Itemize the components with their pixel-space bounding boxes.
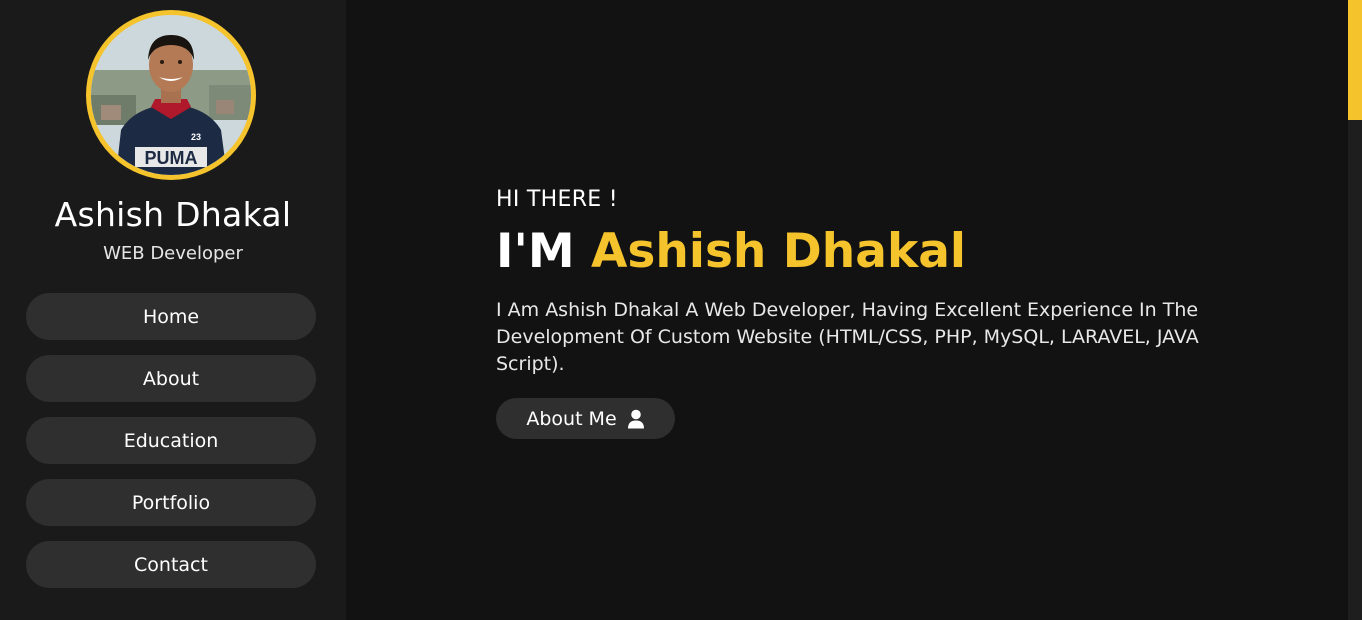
profile-name: Ashish Dhakal: [54, 195, 292, 234]
profile-photo: PUMA 23: [91, 15, 251, 175]
about-me-label: About Me: [526, 407, 617, 430]
nav-education-button[interactable]: Education: [26, 417, 316, 464]
sidebar-nav: Home About Education Portfolio Contact: [26, 293, 316, 603]
hero-intro: I Am Ashish Dhakal A Web Developer, Havi…: [496, 299, 1199, 375]
nav-home-button[interactable]: Home: [26, 293, 316, 340]
page-scrollbar[interactable]: [1348, 0, 1362, 620]
scrollbar-thumb[interactable]: [1348, 0, 1362, 120]
hero-section: HI THERE ! I'M Ashish Dhakal I Am Ashish…: [346, 0, 1348, 620]
nav-portfolio-button[interactable]: Portfolio: [26, 479, 316, 526]
hero-prefix: I'M: [496, 224, 575, 279]
sidebar: PUMA 23 Ashish Dhakal WEB Developer Home…: [0, 0, 346, 620]
hero-greeting: HI THERE !: [496, 187, 618, 212]
hero-name: Ashish Dhakal: [591, 224, 967, 279]
profile-role: WEB Developer: [103, 243, 243, 264]
shirt-number: 23: [191, 132, 201, 142]
shirt-print: PUMA: [145, 148, 198, 168]
nav-contact-button[interactable]: Contact: [26, 541, 316, 588]
nav-about-button[interactable]: About: [26, 355, 316, 402]
user-icon: [627, 409, 644, 428]
avatar: PUMA 23: [86, 10, 256, 180]
about-me-button[interactable]: About Me: [496, 398, 675, 439]
hero-headline: I'M Ashish Dhakal: [496, 224, 966, 280]
